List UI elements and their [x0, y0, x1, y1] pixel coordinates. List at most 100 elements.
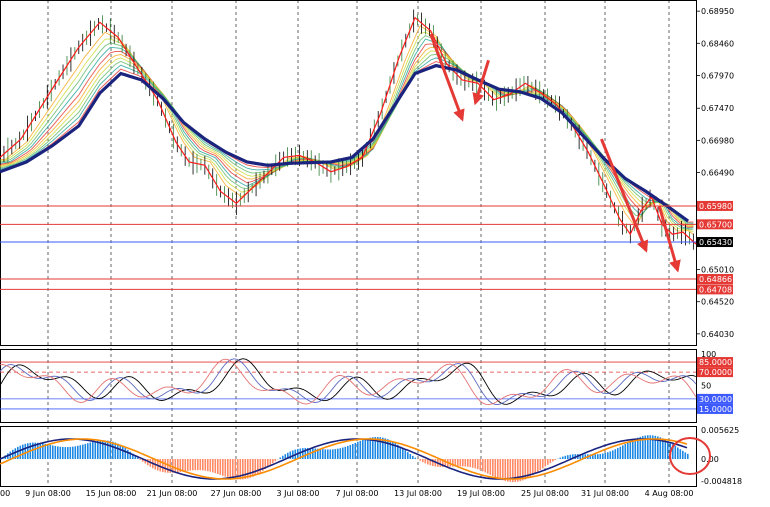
- y-tick-label: 0.66980: [701, 136, 734, 145]
- histogram-bar: [162, 459, 164, 472]
- histogram-bar: [472, 459, 474, 468]
- price-level-label: 0.65700: [699, 220, 732, 229]
- histogram-bar: [332, 449, 334, 459]
- histogram-bar: [77, 446, 79, 459]
- histogram-bar: [412, 456, 414, 459]
- histogram-bar: [50, 445, 52, 459]
- chart-svg: 9 Jun 08:0015 Jun 08:0021 Jun 08:0027 Ju…: [0, 0, 770, 503]
- histogram-bar: [252, 459, 254, 477]
- histogram-bar: [565, 456, 567, 459]
- histogram-bar: [550, 459, 552, 463]
- histogram-bar: [460, 459, 462, 466]
- oscillator-tick-label: 100: [701, 350, 716, 359]
- histogram-bar: [665, 440, 667, 459]
- histogram-bar: [80, 445, 82, 459]
- histogram-bar: [335, 449, 337, 459]
- histogram-bar: [232, 459, 234, 479]
- histogram-bar: [120, 445, 122, 459]
- price-level-label: 0.65980: [699, 202, 732, 211]
- histogram-bar: [365, 439, 367, 459]
- histogram-bar: [627, 443, 629, 459]
- histogram-bar: [330, 449, 332, 459]
- histogram-bar: [497, 459, 499, 478]
- histogram-bar: [500, 459, 502, 479]
- histogram-bar: [355, 443, 357, 459]
- histogram-bar: [552, 459, 554, 462]
- histogram-bar: [620, 447, 622, 459]
- price-level-label: 0.64708: [699, 285, 732, 294]
- histogram-bar: [410, 454, 412, 459]
- x-tick-label: 00: [0, 489, 10, 498]
- histogram-bar: [547, 459, 549, 465]
- histogram-bar: [255, 459, 257, 476]
- histogram-bar: [250, 459, 252, 478]
- histogram-bar: [257, 459, 259, 474]
- histogram-bar: [362, 440, 364, 459]
- histogram-bar: [197, 459, 199, 470]
- histogram-bar: [57, 446, 59, 459]
- x-tick-label: 21 Jun 08:00: [147, 489, 198, 498]
- histogram-bar: [605, 453, 607, 459]
- histogram-bar: [187, 459, 189, 471]
- histogram-bar: [422, 459, 424, 462]
- histogram-bar: [475, 459, 477, 468]
- price-level-label: 0.64866: [699, 275, 732, 284]
- histogram-bar: [190, 459, 192, 471]
- histogram-bar: [212, 459, 214, 472]
- histogram-bar: [615, 449, 617, 459]
- histogram-bar: [405, 450, 407, 459]
- histogram-bar: [387, 439, 389, 459]
- histogram-bar: [347, 446, 349, 459]
- histogram-bar: [600, 454, 602, 459]
- histogram-bar: [545, 459, 547, 467]
- histogram-tick-label: 0.005625: [701, 426, 739, 435]
- histogram-bar: [682, 451, 684, 459]
- histogram-bar: [540, 459, 542, 470]
- histogram-bar: [225, 459, 227, 477]
- x-tick-label: 9 Jun 08:00: [25, 489, 71, 498]
- histogram-bar: [597, 454, 599, 459]
- histogram-bar: [480, 459, 482, 470]
- y-tick-label: 0.66490: [701, 169, 734, 178]
- histogram-bar: [220, 459, 222, 475]
- histogram-bar: [105, 440, 107, 459]
- histogram-bar: [425, 459, 427, 463]
- histogram-bar: [687, 454, 689, 459]
- oscillator-level-label: 85.0000: [699, 358, 732, 367]
- histogram-tick-label: -0.004818: [701, 477, 742, 486]
- histogram-bar: [402, 448, 404, 459]
- histogram-bar: [52, 445, 54, 459]
- histogram-bar: [140, 459, 142, 460]
- histogram-bar: [370, 438, 372, 459]
- y-tick-label: 0.67970: [701, 71, 734, 80]
- histogram-bar: [492, 459, 494, 476]
- y-tick-label: 0.64520: [701, 298, 734, 307]
- histogram-bar: [485, 459, 487, 472]
- histogram-bar: [632, 440, 634, 459]
- histogram-bar: [487, 459, 489, 474]
- histogram-bar: [47, 444, 49, 459]
- histogram-bar: [270, 459, 272, 465]
- x-tick-label: 4 Aug 08:00: [645, 489, 694, 498]
- histogram-bar: [315, 448, 317, 459]
- histogram-bar: [320, 449, 322, 459]
- histogram-bar: [322, 449, 324, 459]
- price-level-label: 0.65430: [699, 238, 732, 247]
- histogram-bar: [192, 459, 194, 470]
- histogram-bar: [205, 459, 207, 471]
- oscillator-level-label: 70.0000: [699, 368, 732, 377]
- histogram-bar: [40, 443, 42, 459]
- histogram-bar: [562, 457, 564, 459]
- histogram-bar: [90, 443, 92, 459]
- histogram-bar: [242, 459, 244, 479]
- histogram-bar: [247, 459, 249, 479]
- histogram-bar: [680, 449, 682, 459]
- histogram-bar: [85, 444, 87, 459]
- histogram-bar: [175, 459, 177, 473]
- histogram-bar: [327, 449, 329, 459]
- x-tick-label: 7 Jul 08:00: [336, 489, 379, 498]
- histogram-bar: [312, 448, 314, 459]
- histogram-bar: [457, 459, 459, 466]
- x-tick-label: 31 Jul 08:00: [581, 489, 629, 498]
- histogram-bar: [357, 442, 359, 459]
